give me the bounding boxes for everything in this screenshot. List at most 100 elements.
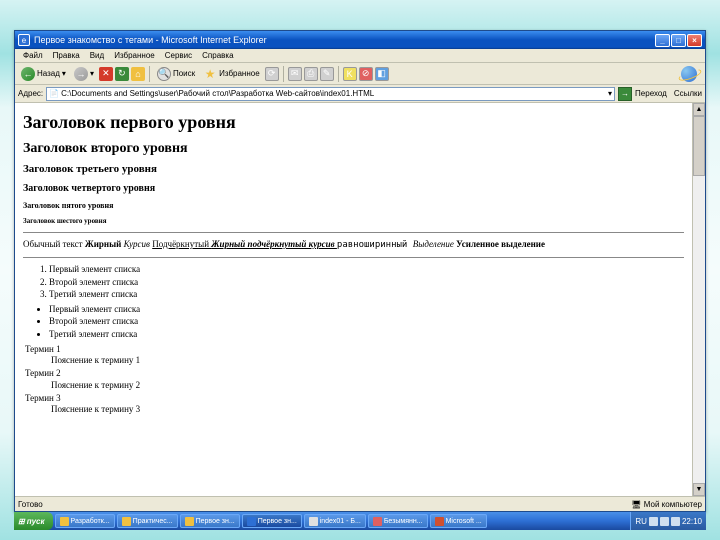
heading-5: Заголовок пятого уровня bbox=[23, 201, 684, 211]
heading-6: Заголовок шестого уровня bbox=[23, 217, 684, 226]
back-button[interactable]: ← Назад ▾ bbox=[18, 66, 69, 82]
vertical-scrollbar[interactable]: ▲ ▼ bbox=[692, 103, 705, 496]
search-button[interactable]: 🔍 Поиск bbox=[154, 66, 198, 82]
scroll-thumb[interactable] bbox=[693, 116, 705, 176]
taskbar-item-label: Первое зн... bbox=[258, 518, 297, 525]
content-area: Заголовок первого уровня Заголовок второ… bbox=[15, 103, 705, 496]
chevron-down-icon[interactable]: ▾ bbox=[608, 89, 612, 98]
ie-icon: e bbox=[18, 34, 30, 46]
system-tray[interactable]: RU 22:10 bbox=[630, 512, 706, 530]
divider bbox=[23, 232, 684, 233]
menu-tools[interactable]: Сервис bbox=[160, 51, 197, 60]
print-button[interactable]: ⎙ bbox=[304, 67, 318, 81]
clock[interactable]: 22:10 bbox=[682, 517, 702, 526]
language-indicator[interactable]: RU bbox=[635, 517, 647, 526]
bold-italic-underline-text: Жирный подчёркнутый курсив bbox=[211, 239, 337, 249]
addressbar: Адрес: 📄 C:\Documents and Settings\user\… bbox=[15, 85, 705, 103]
toolbar: ← Назад ▾ → ▾ ✕ ↻ ⌂ 🔍 Поиск ★ Избранное … bbox=[15, 63, 705, 85]
menu-help[interactable]: Справка bbox=[197, 51, 238, 60]
extra-button-1[interactable]: K bbox=[343, 67, 357, 81]
taskbar: ⊞ пуск Разработк... Практичес... Первое … bbox=[14, 512, 706, 530]
list-item: Первый элемент списка bbox=[49, 304, 684, 315]
go-button[interactable]: → bbox=[618, 87, 632, 101]
separator bbox=[338, 66, 339, 82]
term: Термин 3 bbox=[25, 393, 684, 404]
search-icon: 🔍 bbox=[157, 67, 171, 81]
app-icon bbox=[373, 517, 382, 526]
heading-4: Заголовок четвертого уровня bbox=[23, 183, 684, 196]
taskbar-item-label: Microsoft ... bbox=[446, 518, 482, 525]
favorites-button[interactable]: ★ Избранное bbox=[200, 66, 263, 82]
chevron-down-icon: ▾ bbox=[90, 69, 94, 78]
titlebar[interactable]: e Первое знакомство с тегами - Microsoft… bbox=[15, 31, 705, 49]
plain-text: Обычный текст bbox=[23, 239, 85, 249]
taskbar-item[interactable]: Разработк... bbox=[55, 514, 115, 528]
chevron-down-icon: ▾ bbox=[62, 69, 66, 78]
window-title: Первое знакомство с тегами - Microsoft I… bbox=[34, 35, 655, 45]
refresh-button[interactable]: ↻ bbox=[115, 67, 129, 81]
menu-file[interactable]: Файл bbox=[18, 51, 48, 60]
tray-icon[interactable] bbox=[671, 517, 680, 526]
taskbar-item[interactable]: Первое зн... bbox=[180, 514, 240, 528]
bold-text: Жирный bbox=[85, 239, 124, 249]
statusbar: Готово 🖥 Мой компьютер bbox=[15, 496, 705, 511]
edit-button[interactable]: ✎ bbox=[320, 67, 334, 81]
taskbar-item-label: Первое зн... bbox=[196, 518, 235, 525]
taskbar-item[interactable]: Microsoft ... bbox=[430, 514, 487, 528]
links-label[interactable]: Ссылки bbox=[674, 89, 702, 98]
address-input[interactable]: 📄 C:\Documents and Settings\user\Рабочий… bbox=[46, 87, 615, 101]
search-label: Поиск bbox=[173, 69, 195, 78]
separator bbox=[149, 66, 150, 82]
list-item: Третий элемент списка bbox=[49, 329, 684, 340]
start-label: пуск bbox=[27, 517, 45, 526]
history-button[interactable]: ⟳ bbox=[265, 67, 279, 81]
windows-icon: ⊞ bbox=[18, 517, 25, 526]
list-item: Второй элемент списка bbox=[49, 316, 684, 327]
taskbar-item-label: Разработк... bbox=[71, 518, 110, 525]
term: Термин 2 bbox=[25, 368, 684, 379]
menu-favorites[interactable]: Избранное bbox=[109, 51, 160, 60]
taskbar-item[interactable]: Безымянн... bbox=[368, 514, 428, 528]
powerpoint-icon bbox=[435, 517, 444, 526]
menu-edit[interactable]: Правка bbox=[48, 51, 85, 60]
forward-button[interactable]: → ▾ bbox=[71, 66, 97, 82]
mail-button[interactable]: ✉ bbox=[288, 67, 302, 81]
folder-icon bbox=[60, 517, 69, 526]
taskbar-item-label: Безымянн... bbox=[384, 518, 423, 525]
taskbar-item[interactable]: Первое зн... bbox=[242, 514, 302, 528]
forward-icon: → bbox=[74, 67, 88, 81]
scroll-down-button[interactable]: ▼ bbox=[693, 483, 705, 496]
tray-icon[interactable] bbox=[649, 517, 658, 526]
definition: Пояснение к термину 1 bbox=[51, 355, 684, 366]
star-icon: ★ bbox=[203, 67, 217, 81]
ordered-list: Первый элемент списка Второй элемент спи… bbox=[49, 264, 684, 300]
tray-icon[interactable] bbox=[660, 517, 669, 526]
back-label: Назад bbox=[37, 69, 60, 78]
scroll-up-button[interactable]: ▲ bbox=[693, 103, 705, 116]
notepad-icon bbox=[309, 517, 318, 526]
scroll-track[interactable] bbox=[693, 176, 705, 483]
taskbar-item-label: index01 - Б... bbox=[320, 518, 361, 525]
list-item: Третий элемент списка bbox=[49, 289, 684, 300]
italic-text: Курсив bbox=[124, 239, 153, 249]
ie-window: e Первое знакомство с тегами - Microsoft… bbox=[14, 30, 706, 512]
start-button[interactable]: ⊞ пуск bbox=[14, 512, 53, 530]
minimize-button[interactable]: _ bbox=[655, 34, 670, 47]
definition: Пояснение к термину 3 bbox=[51, 404, 684, 415]
taskbar-item[interactable]: index01 - Б... bbox=[304, 514, 366, 528]
ie-icon bbox=[247, 517, 256, 526]
app-icon bbox=[185, 517, 194, 526]
go-label[interactable]: Переход bbox=[635, 89, 667, 98]
home-button[interactable]: ⌂ bbox=[131, 67, 145, 81]
status-zone: 🖥 Мой компьютер bbox=[631, 500, 702, 509]
menu-view[interactable]: Вид bbox=[85, 51, 109, 60]
extra-button-2[interactable]: ⊘ bbox=[359, 67, 373, 81]
term: Термин 1 bbox=[25, 344, 684, 355]
taskbar-item[interactable]: Практичес... bbox=[117, 514, 178, 528]
underline-text: Подчёркнутый bbox=[152, 239, 211, 249]
close-button[interactable]: × bbox=[687, 34, 702, 47]
extra-button-3[interactable]: ◧ bbox=[375, 67, 389, 81]
ie-logo bbox=[676, 63, 702, 85]
maximize-button[interactable]: □ bbox=[671, 34, 686, 47]
stop-button[interactable]: ✕ bbox=[99, 67, 113, 81]
